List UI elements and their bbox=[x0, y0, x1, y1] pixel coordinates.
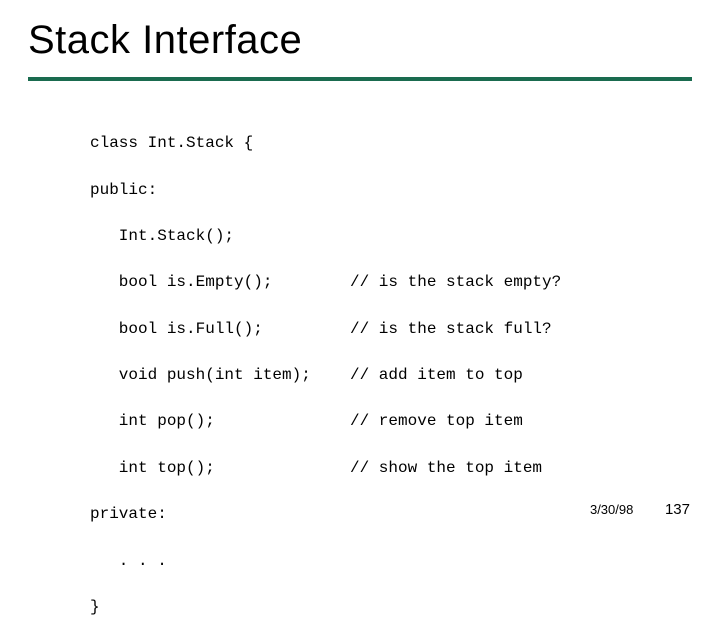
footer: 3/30/98 137 bbox=[590, 501, 690, 518]
title-rule bbox=[28, 77, 692, 81]
code-block: class Int.Stack { public: Int.Stack(); b… bbox=[90, 109, 720, 642]
code-comment: // remove top item bbox=[350, 410, 523, 433]
code-line: bool is.Full(); bbox=[90, 318, 350, 341]
code-line: Int.Stack(); bbox=[90, 225, 350, 248]
code-comment: // is the stack empty? bbox=[350, 271, 561, 294]
code-line: . . . bbox=[90, 550, 350, 573]
code-comment: // show the top item bbox=[350, 457, 542, 480]
code-line: public: bbox=[90, 179, 350, 202]
footer-page: 137 bbox=[665, 501, 690, 518]
code-line: bool is.Empty(); bbox=[90, 271, 350, 294]
code-line: int pop(); bbox=[90, 410, 350, 433]
code-line: int top(); bbox=[90, 457, 350, 480]
code-line: void push(int item); bbox=[90, 364, 350, 387]
code-comment: // is the stack full? bbox=[350, 318, 552, 341]
code-line: } bbox=[90, 596, 350, 619]
footer-date: 3/30/98 bbox=[590, 502, 633, 517]
code-line: private: bbox=[90, 503, 350, 526]
code-line: class Int.Stack { bbox=[90, 132, 350, 155]
page-title: Stack Interface bbox=[0, 0, 720, 63]
code-comment: // add item to top bbox=[350, 364, 523, 387]
